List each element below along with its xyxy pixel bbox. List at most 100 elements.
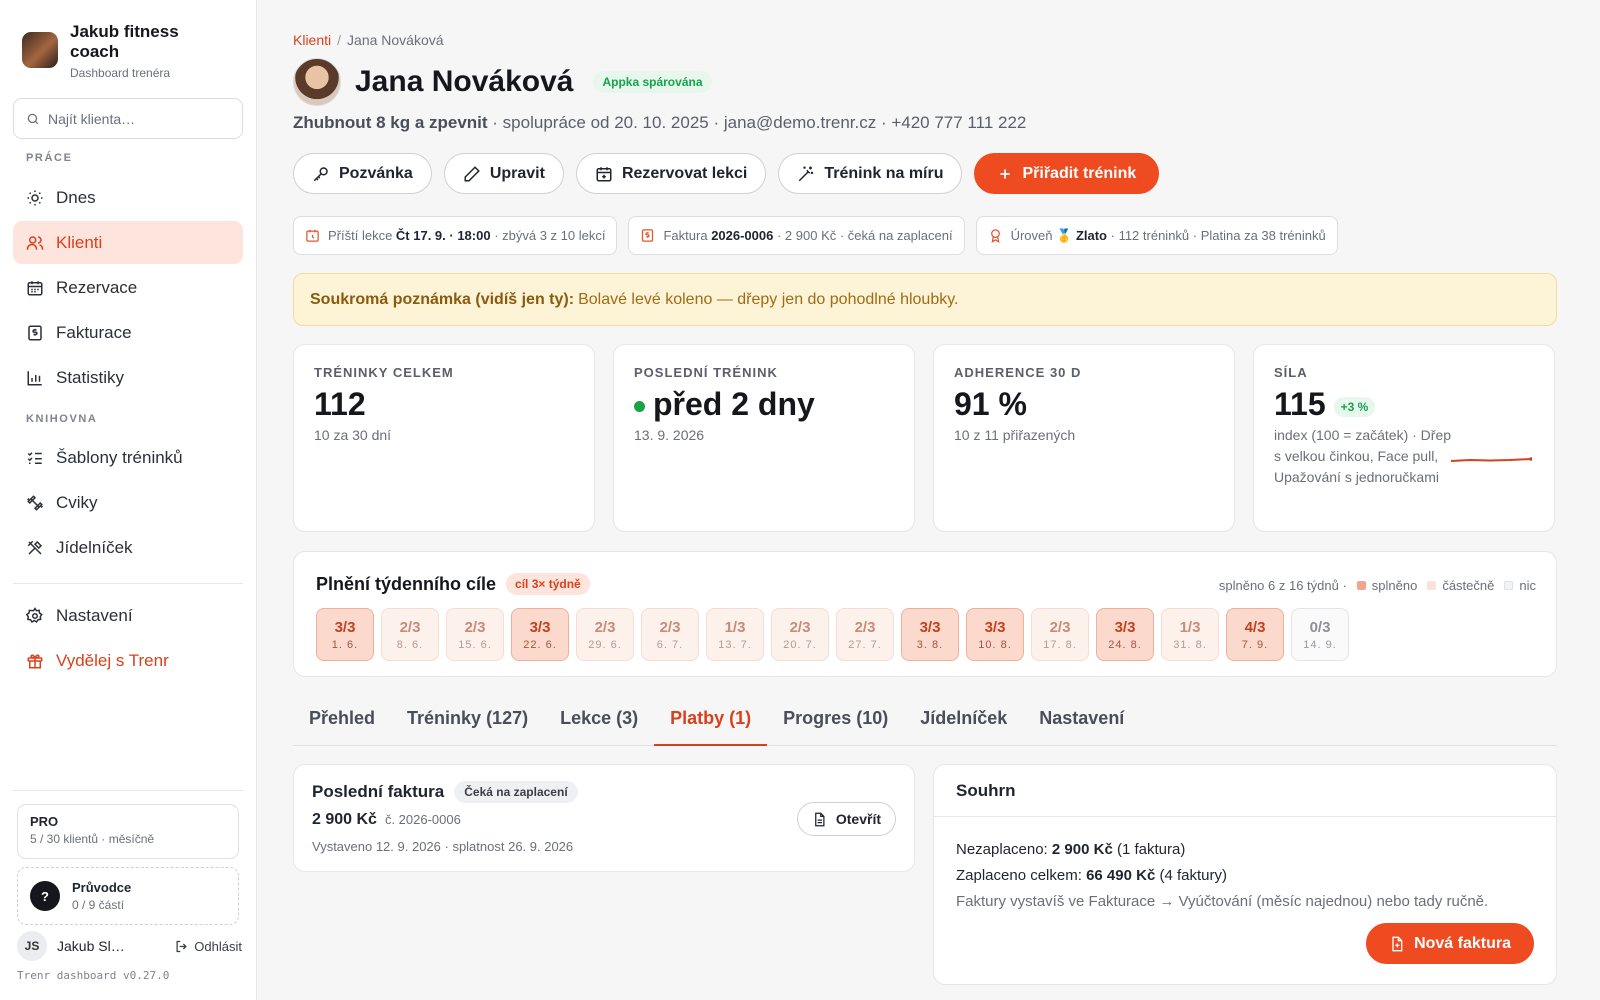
client-goal: Zhubnout 8 kg a zpevnit (293, 113, 488, 132)
brand-name: Jakub fitness coach (70, 22, 179, 61)
week-cell[interactable]: 3/3 10. 8. (966, 608, 1024, 661)
plan-card[interactable]: PRO 5 / 30 klientů · měsíčně (17, 804, 239, 859)
week-result: 1/3 (724, 618, 746, 636)
award-icon (990, 229, 1000, 243)
sidebar-item-fakturace[interactable]: Fakturace (13, 311, 243, 354)
stat-sub: 13. 9. 2026 (634, 427, 705, 443)
week-cell[interactable]: 0/3 14. 9. (1291, 608, 1349, 661)
week-cell[interactable]: 3/3 22. 6. (511, 608, 569, 661)
sidebar-item-label: Vydělej s Trenr (56, 650, 169, 670)
tab-tréninky[interactable]: Tréninky (127) (391, 696, 544, 746)
help-icon: ? (30, 881, 60, 911)
week-cell[interactable]: 2/3 17. 8. (1031, 608, 1089, 661)
invite-button[interactable]: Pozvánka (293, 153, 432, 194)
tab-jídelníček[interactable]: Jídelníček (904, 696, 1023, 746)
book-lesson-label: Rezervovat lekci (621, 164, 748, 182)
week-result: 3/3 (334, 618, 356, 636)
search-icon (27, 113, 39, 124)
week-date: 27. 7. (848, 638, 882, 651)
week-cell[interactable]: 2/3 29. 6. (576, 608, 634, 661)
sidebar-item-label: Fakturace (56, 322, 132, 342)
assign-training-label: Přiřadit trénink (1022, 164, 1137, 182)
weekly-goal-card: Plnění týdenního cíle cíl 3× týdně splně… (293, 551, 1557, 677)
search-input[interactable] (48, 110, 228, 127)
custom-training-button[interactable]: Trénink na míru (778, 153, 963, 194)
stat-card-strength: SÍLA 115 +3 % index (100 = začátek) · Dře… (1253, 344, 1555, 532)
logout-button[interactable]: Odhlásit (174, 939, 242, 954)
app-version: Trenr dashboard v0.27.0 (17, 969, 170, 982)
sidebar-item-dnes[interactable]: Dnes (13, 176, 243, 219)
sidebar-item-vydelej[interactable]: Vydělej s Trenr (13, 639, 243, 682)
summary-card: Souhrn Nezaplaceno: 2 900 Kč (1 faktura)… (933, 764, 1557, 985)
week-cell[interactable]: 1/3 13. 7. (706, 608, 764, 661)
week-date: 24. 8. (1108, 638, 1142, 651)
tab-přehled[interactable]: Přehled (293, 696, 391, 746)
week-result: 2/3 (854, 618, 876, 636)
stat-label: ADHERENCE 30 D (954, 365, 1082, 380)
stat-label: TRÉNINKY CELKEM (314, 365, 454, 380)
week-cell[interactable]: 2/3 8. 6. (381, 608, 439, 661)
gear-icon (26, 606, 43, 623)
week-cell[interactable]: 2/3 15. 6. (446, 608, 504, 661)
tab-progres[interactable]: Progres (10) (767, 696, 904, 746)
open-invoice-button[interactable]: Otevřít (796, 802, 896, 836)
level-chip[interactable]: Úroveň 🥇 Zlato · 112 tréninků · Platina … (975, 216, 1338, 255)
week-cell[interactable]: 4/3 7. 9. (1226, 608, 1284, 661)
invoice-chip[interactable]: Faktura 2026-0006 · 2 900 Kč · čeká na z… (628, 216, 965, 255)
tab-platby[interactable]: Platby (1) (654, 696, 768, 746)
plan-title: PRO (30, 814, 59, 829)
week-cell[interactable]: 2/3 6. 7. (641, 608, 699, 661)
sidebar-item-nastaveni[interactable]: Nastavení (13, 594, 243, 637)
sidebar-item-sablony[interactable]: Šablony tréninků (13, 436, 243, 479)
assign-training-button[interactable]: Přiřadit trénink (974, 153, 1160, 194)
week-result: 3/3 (1114, 618, 1136, 636)
paid-row: Zaplaceno celkem: 66 490 Kč (4 faktury) (956, 863, 1534, 889)
guide-card[interactable]: ? Průvodce 0 / 9 částí (17, 867, 239, 925)
breadcrumb-link-klienti[interactable]: Klienti (293, 32, 331, 48)
week-date: 7. 9. (1241, 638, 1269, 651)
next-lesson-prefix: Příští lekce (328, 228, 393, 243)
guide-progress: 0 / 9 částí (72, 898, 125, 912)
client-info: Zhubnout 8 kg a zpevnit · spolupráce od … (293, 113, 1026, 133)
week-cell[interactable]: 3/3 3. 8. (901, 608, 959, 661)
invoice-number: 2026-0006 (711, 228, 774, 243)
stat-card-last-training: POSLEDNÍ TRÉNINK před 2 dny 13. 9. 2026 (613, 344, 915, 532)
client-search[interactable] (13, 98, 243, 139)
next-lesson-chip[interactable]: Příští lekce Čt 17. 9. · 18:00 · zbývá 3… (293, 216, 618, 255)
legend-swatch-partial (1427, 581, 1437, 590)
weekly-summary: splněno 6 z 16 týdnů · (1218, 578, 1347, 593)
week-cell[interactable]: 1/3 31. 8. (1161, 608, 1219, 661)
level-suffix: · 112 tréninků · Platina za 38 tréninků (1110, 227, 1326, 243)
dumbbell-icon (26, 494, 44, 511)
book-lesson-button[interactable]: Rezervovat lekci (575, 153, 767, 194)
sidebar-item-label: Dnes (56, 187, 96, 207)
users-icon (26, 235, 44, 250)
edit-button[interactable]: Upravit (443, 153, 564, 194)
next-lesson-value: Čt 17. 9. · 18:00 (395, 228, 491, 243)
calendar-icon (27, 280, 43, 295)
sidebar-item-cviky[interactable]: Cviky (13, 481, 243, 524)
week-cell[interactable]: 3/3 24. 8. (1096, 608, 1154, 661)
plan-subtitle: 5 / 30 klientů · měsíčně (30, 832, 155, 846)
sidebar-item-klienti[interactable]: Klienti (13, 221, 243, 264)
tab-lekce[interactable]: Lekce (3) (544, 696, 654, 746)
new-invoice-button[interactable]: Nová faktura (1366, 923, 1534, 964)
week-cell[interactable]: 2/3 27. 7. (836, 608, 894, 661)
unpaid-value: 2 900 Kč (1051, 841, 1113, 858)
stat-sub: 10 za 30 dní (314, 427, 392, 443)
week-result: 1/3 (1179, 618, 1201, 636)
invoice-dates: Vystaveno 12. 9. 2026 · splatnost 26. 9.… (312, 839, 574, 854)
tab-nastavení[interactable]: Nastavení (1023, 696, 1140, 746)
breadcrumb: Klienti / Jana Nováková (293, 32, 444, 48)
sidebar-item-rezervace[interactable]: Rezervace (13, 266, 243, 309)
invoice-number: č. 2026-0006 (384, 812, 461, 827)
week-cell[interactable]: 3/3 1. 6. (316, 608, 374, 661)
brand[interactable]: Jakub fitness coach Dashboard trenéra (22, 22, 210, 80)
sidebar-item-statistiky[interactable]: Statistiky (13, 356, 243, 399)
sidebar-item-label: Šablony tréninků (56, 447, 183, 467)
week-date: 10. 8. (978, 638, 1012, 651)
sidebar-item-jidelnicek[interactable]: Jídelníček (13, 526, 243, 569)
stat-label: SÍLA (1274, 365, 1308, 380)
legend-swatch-none (1504, 581, 1514, 590)
week-cell[interactable]: 2/3 20. 7. (771, 608, 829, 661)
